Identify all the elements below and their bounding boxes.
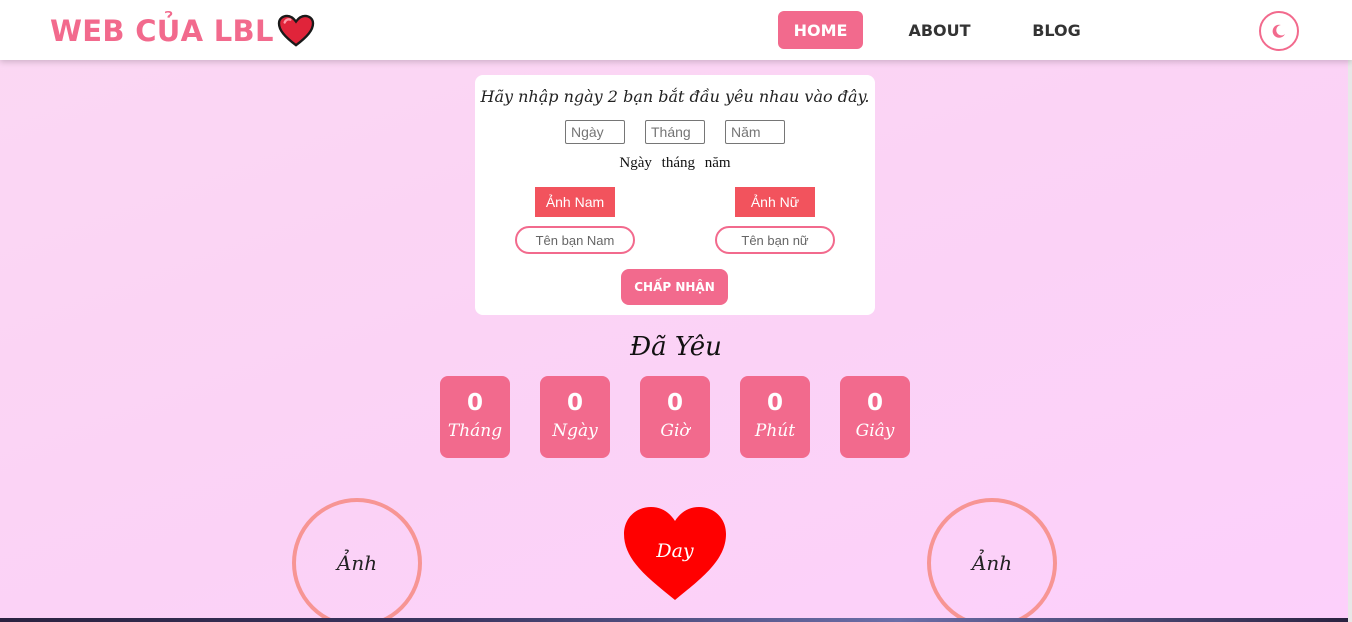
- nav-blog[interactable]: BLOG: [1014, 11, 1099, 49]
- moon-icon: [1272, 24, 1285, 38]
- female-photo-label: Ảnh: [971, 551, 1013, 575]
- theme-toggle-button[interactable]: [1259, 11, 1299, 51]
- counter-unit-label: Giờ: [660, 421, 690, 441]
- male-photo-label: Ảnh: [336, 551, 378, 575]
- counter-months: 0 Tháng: [440, 376, 510, 458]
- day-input[interactable]: [565, 120, 625, 144]
- heart-icon: [277, 14, 314, 47]
- counter-unit-label: Phút: [754, 421, 796, 441]
- female-photo-circle[interactable]: Ảnh: [927, 498, 1057, 622]
- male-photo-circle[interactable]: Ảnh: [292, 498, 422, 622]
- date-display: Ngày tháng năm: [619, 155, 731, 171]
- male-photo-button[interactable]: Ảnh Nam: [535, 187, 615, 217]
- nav-home[interactable]: HOME: [778, 11, 863, 49]
- counter-unit-label: Giây: [855, 421, 895, 441]
- year-input[interactable]: [725, 120, 785, 144]
- bottom-background-strip: [0, 618, 1348, 622]
- accept-button[interactable]: CHẤP NHẬN: [621, 269, 728, 305]
- nav-about[interactable]: ABOUT: [897, 11, 982, 49]
- brand-title: WEB CỦA LBL: [50, 14, 274, 48]
- counter-hours: 0 Giờ: [640, 376, 710, 458]
- date-form-card: Hãy nhập ngày 2 bạn bắt đầu yêu nhau vào…: [475, 75, 875, 315]
- month-input[interactable]: [645, 120, 705, 144]
- counter-value: 0: [566, 390, 583, 416]
- female-name-input[interactable]: [715, 226, 835, 254]
- brand-logo[interactable]: WEB CỦA LBL: [50, 14, 315, 48]
- form-title: Hãy nhập ngày 2 bạn bắt đầu yêu nhau vào…: [480, 87, 870, 106]
- counter-seconds: 0 Giây: [840, 376, 910, 458]
- heart-day-label: Day: [656, 540, 694, 562]
- counter-value: 0: [866, 390, 883, 416]
- counter-value: 0: [466, 390, 483, 416]
- navbar: WEB CỦA LBL HOME ABOUT BLOG: [0, 0, 1352, 60]
- love-counter-title: Đã Yêu: [630, 332, 722, 362]
- male-name-input[interactable]: [515, 226, 635, 254]
- female-photo-button[interactable]: Ảnh Nữ: [735, 187, 815, 217]
- counter-minutes: 0 Phút: [740, 376, 810, 458]
- scrollbar[interactable]: [1348, 0, 1352, 622]
- counter-days: 0 Ngày: [540, 376, 610, 458]
- counter-unit-label: Tháng: [447, 421, 503, 441]
- counter-value: 0: [766, 390, 783, 416]
- counter-unit-label: Ngày: [552, 421, 598, 441]
- counter-value: 0: [666, 390, 683, 416]
